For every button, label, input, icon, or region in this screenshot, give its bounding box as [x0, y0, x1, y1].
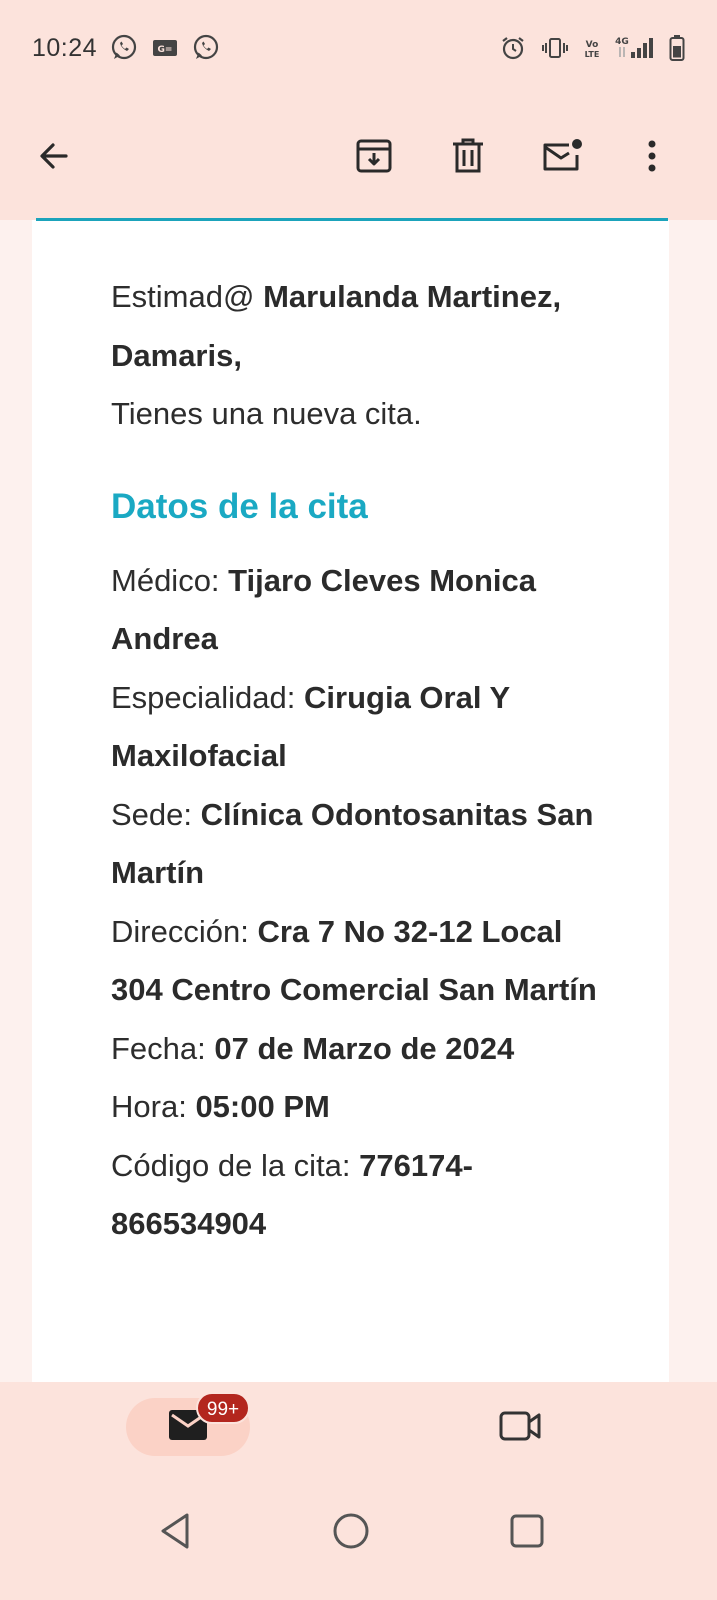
video-camera-icon [498, 1409, 542, 1448]
field-codigo: Código de la cita: 776174-866534904 [111, 1137, 621, 1254]
whatsapp-icon [191, 33, 221, 63]
field-medico: Médico: Tijaro Cleves Monica Andrea [111, 552, 621, 669]
field-label: Sede: [111, 796, 193, 832]
svg-text:LTE: LTE [585, 50, 600, 59]
status-bar: 10:24 G= Vo LTE 4G [0, 0, 717, 96]
mark-unread-button[interactable] [534, 130, 590, 186]
field-label: Médico: [111, 562, 220, 598]
field-value: 07 de Marzo de 2024 [214, 1030, 515, 1066]
triangle-back-icon [155, 1511, 195, 1556]
gmail-notification-icon: G= [151, 36, 179, 60]
system-back-button[interactable] [150, 1508, 200, 1558]
field-direccion: Dirección: Cra 7 No 32-12 Local 304 Cent… [111, 903, 621, 1020]
arrow-left-icon [36, 138, 72, 179]
status-time: 10:24 [32, 33, 98, 62]
field-fecha: Fecha: 07 de Marzo de 2024 [111, 1020, 621, 1079]
volte-icon: Vo LTE [583, 37, 601, 59]
field-hora: Hora: 05:00 PM [111, 1078, 621, 1137]
svg-text:4G: 4G [615, 37, 629, 47]
back-button[interactable] [26, 130, 82, 186]
vibrate-icon [541, 36, 569, 60]
header-divider [36, 218, 668, 221]
field-label: Especialidad: [111, 679, 296, 715]
field-label: Fecha: [111, 1030, 206, 1066]
greeting-prefix: Estimad@ [111, 279, 255, 314]
alarm-icon [499, 34, 527, 62]
trash-icon [450, 137, 486, 180]
whatsapp-icon [109, 33, 139, 63]
system-recents-button[interactable] [502, 1508, 552, 1558]
unread-count-badge: 99+ [196, 1392, 250, 1424]
email-body: Estimad@ Marulanda Martinez, Damaris, Ti… [32, 220, 669, 1382]
delete-button[interactable] [440, 130, 496, 186]
archive-button[interactable] [346, 130, 402, 186]
greeting: Estimad@ Marulanda Martinez, Damaris, [111, 268, 621, 385]
field-especialidad: Especialidad: Cirugia Oral Y Maxilofacia… [111, 669, 621, 786]
mail-unread-icon [541, 138, 583, 179]
field-label: Dirección: [111, 913, 249, 949]
battery-icon [669, 34, 685, 62]
meet-tab[interactable] [496, 1404, 544, 1452]
more-options-button[interactable] [624, 130, 680, 186]
svg-text:Vo: Vo [586, 40, 599, 50]
email-text: Estimad@ Marulanda Martinez, Damaris, Ti… [111, 268, 621, 1254]
email-toolbar [0, 96, 717, 220]
svg-text:G=: G= [158, 45, 173, 55]
system-home-button[interactable] [326, 1508, 376, 1558]
field-sede: Sede: Clínica Odontosanitas San Martín [111, 786, 621, 903]
4g-signal-icon: 4G [615, 35, 655, 61]
field-label: Código de la cita: [111, 1147, 351, 1183]
system-navigation-bar [0, 1478, 717, 1600]
section-title: Datos de la cita [111, 486, 368, 526]
archive-icon [355, 137, 393, 180]
circle-home-icon [331, 1511, 371, 1556]
square-recents-icon [507, 1511, 547, 1556]
field-label: Hora: [111, 1089, 187, 1124]
field-value: 05:00 PM [195, 1089, 330, 1124]
bottom-navigation: 99+ [0, 1382, 717, 1478]
more-vert-icon [646, 138, 658, 179]
intro-text: Tienes una nueva cita. [111, 396, 422, 431]
